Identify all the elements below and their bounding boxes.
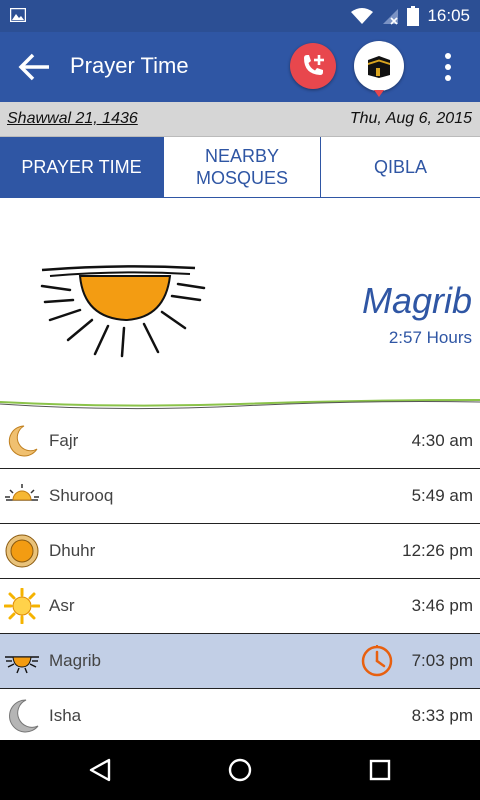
wave-divider — [0, 399, 480, 410]
page-title: Prayer Time — [70, 53, 189, 78]
sun-icon — [5, 534, 39, 568]
prayer-name: Magrib — [49, 651, 101, 670]
prayer-time: 12:26 pm — [402, 541, 473, 560]
prayer-row-asr[interactable]: Asr 3:46 pm — [0, 579, 480, 634]
prayer-time: 4:30 am — [411, 431, 473, 450]
tab-nearby-mosques[interactable]: NEARBY MOSQUES — [164, 137, 321, 197]
system-nav-bar — [0, 740, 480, 800]
status-time: 16:05 — [427, 6, 470, 25]
next-prayer-name: Magrib — [361, 280, 472, 321]
hijri-date[interactable]: Shawwal 21, 1436 — [7, 110, 138, 128]
no-sim-icon — [383, 9, 399, 25]
recents-square-icon[interactable] — [367, 757, 393, 783]
prayer-row-magrib[interactable]: Magrib 7:03 pm — [0, 634, 480, 689]
kaaba-pin-marker — [374, 90, 384, 97]
app-bar: Prayer Time — [0, 32, 480, 102]
prayer-name: Asr — [49, 596, 75, 615]
sunset-illustration-icon — [40, 265, 206, 358]
date-bar: Shawwal 21, 1436 Thu, Aug 6, 2015 — [0, 102, 480, 137]
more-vert-icon[interactable] — [436, 48, 460, 86]
tab-qibla[interactable]: QIBLA — [321, 137, 480, 197]
gregorian-date: Thu, Aug 6, 2015 — [349, 110, 472, 127]
battery-icon — [407, 6, 420, 26]
status-bar: 16:05 — [0, 0, 480, 32]
prayer-time: 7:03 pm — [411, 651, 473, 670]
prayer-row-isha[interactable]: Isha 8:33 pm — [0, 689, 480, 744]
prayer-time: 5:49 am — [411, 486, 473, 505]
prayer-name: Shurooq — [49, 486, 114, 505]
prayer-name: Fajr — [49, 431, 79, 450]
crescent-icon — [8, 425, 38, 457]
grey-crescent-icon — [9, 699, 39, 733]
back-arrow-icon[interactable] — [18, 52, 52, 82]
prayer-row-dhuhr[interactable]: Dhuhr 12:26 pm — [0, 524, 480, 579]
back-triangle-icon[interactable] — [87, 757, 113, 783]
next-prayer-remaining: 2:57 Hours — [388, 328, 472, 347]
prayer-name: Isha — [49, 706, 82, 725]
home-circle-icon[interactable] — [227, 757, 253, 783]
wifi-icon — [351, 8, 374, 24]
sunset-icon — [5, 656, 39, 674]
add-call-button[interactable] — [290, 43, 336, 89]
bright-sun-icon — [4, 588, 40, 624]
kaaba-button[interactable] — [354, 41, 404, 91]
tab-prayer-time[interactable]: PRAYER TIME — [0, 137, 164, 197]
prayer-row-shurooq[interactable]: Shurooq 5:49 am — [0, 469, 480, 524]
next-prayer-panel: Magrib 2:57 Hours — [0, 198, 480, 416]
kaaba-icon — [368, 56, 390, 78]
prayer-name: Dhuhr — [49, 541, 96, 560]
add-call-icon — [304, 55, 324, 75]
sunrise-icon — [5, 484, 39, 501]
tab-bar: PRAYER TIME NEARBY MOSQUES QIBLA — [0, 137, 480, 198]
prayer-time: 3:46 pm — [411, 596, 473, 615]
alarm-clock-icon[interactable] — [360, 644, 394, 678]
prayer-list: Fajr 4:30 am Shurooq 5:49 am Dhuhr 12:26… — [0, 414, 480, 744]
image-icon — [10, 8, 26, 22]
prayer-row-fajr[interactable]: Fajr 4:30 am — [0, 414, 480, 469]
prayer-time: 8:33 pm — [411, 706, 473, 725]
